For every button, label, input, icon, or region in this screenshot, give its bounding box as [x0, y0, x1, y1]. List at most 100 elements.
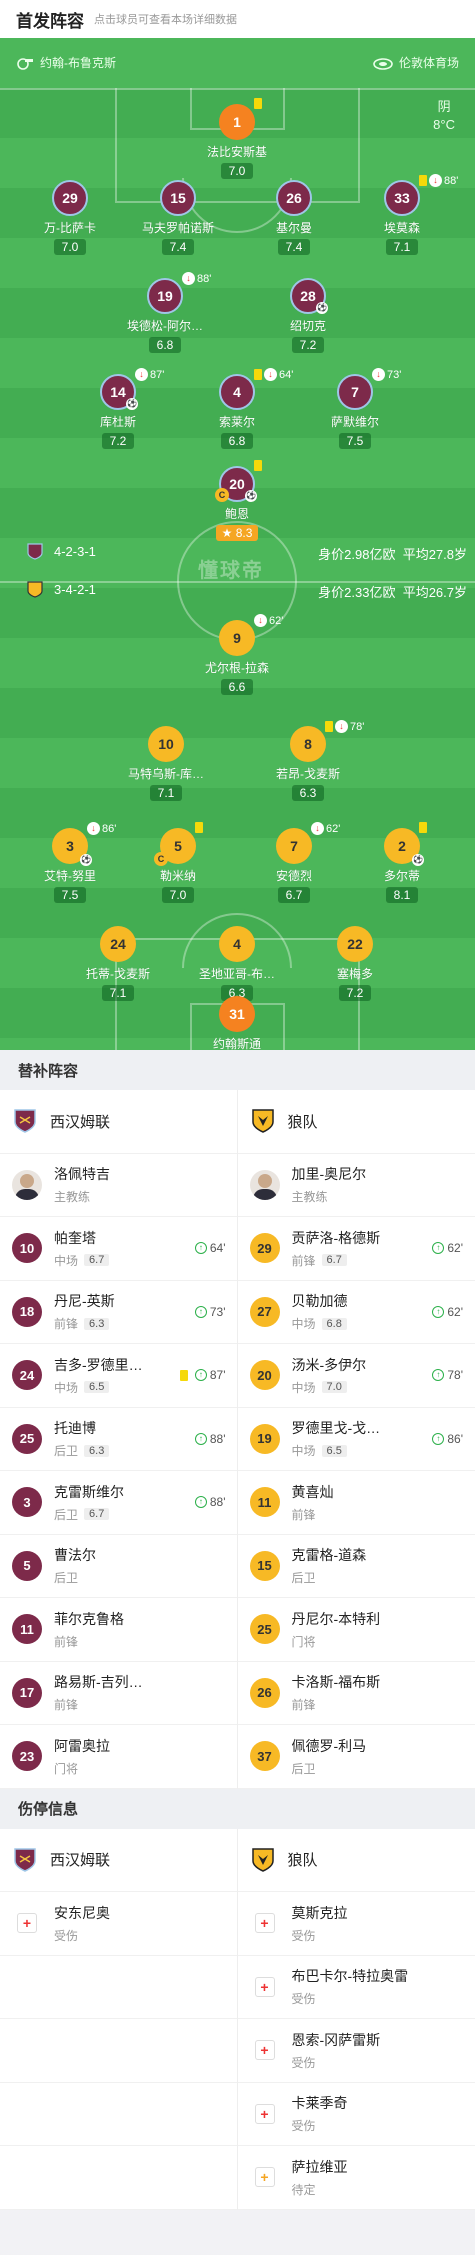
player-name: 艾特-努里 [44, 869, 96, 883]
player-marker[interactable]: 31约翰斯通6.7 [182, 996, 292, 1050]
player-marker[interactable]: 9 ↓ 62' 尤尔根-拉森 6.6 [182, 614, 292, 696]
player-name: 卡莱季奇 [291, 2095, 348, 2112]
player-number-badge: 9 [219, 620, 255, 656]
player-marker[interactable]: 19 ↓ 88' 埃德松-阿尔… 6.8 [110, 272, 220, 354]
away-team-cell[interactable]: 狼队 [238, 1829, 475, 1892]
sub-player[interactable]: 20 汤米-多伊尔 中场 7.0 ↑ 78' [238, 1344, 475, 1407]
sub-on-minute: 88' [209, 1495, 226, 1510]
sub-row: 23 阿雷奥拉 门将 37 佩德罗-利马 后卫 [0, 1725, 475, 1789]
sub-on-icon: ↑ [432, 1369, 445, 1382]
sub-player[interactable]: 18 丹尼-英斯 前锋 6.3 ↑ 73' [0, 1281, 238, 1344]
player-marker[interactable]: 29 万-比萨卡 7.0 [15, 180, 125, 256]
page-title: 首发阵容 [16, 11, 84, 31]
sub-player[interactable]: 10 帕奎塔 中场 6.7 ↑ 64' [0, 1217, 238, 1280]
sub-player[interactable]: 25 丹尼尔-本特利 门将 [238, 1598, 475, 1661]
home-coach[interactable]: 洛佩特吉 主教练 [0, 1154, 238, 1217]
player-marker[interactable]: 24 托蒂-戈麦斯 7.1 [63, 926, 173, 1002]
player-marker[interactable]: 14 ⚽ ↓ 87' 库杜斯 7.2 [63, 368, 173, 450]
player-position: 前锋 [291, 1507, 316, 1522]
player-position: 中场 [291, 1317, 316, 1332]
goal-ball-icon: ⚽ [412, 854, 424, 866]
sub-player[interactable]: 37 佩德罗-利马 后卫 [238, 1725, 475, 1788]
sub-player[interactable]: 3 克雷斯维尔 后卫 6.7 ↑ 88' [0, 1471, 238, 1534]
home-team-cell[interactable]: 西汉姆联 [0, 1090, 238, 1153]
player-rating: 6.7 [321, 1254, 347, 1267]
sub-player[interactable]: 19 罗德里戈-戈… 中场 6.5 ↑ 86' [238, 1408, 475, 1471]
player-info: 菲尔克鲁格 前锋 [54, 1609, 124, 1650]
sub-off-minute: 78' [350, 720, 365, 733]
yellow-card-icon [195, 822, 203, 833]
player-name: 安东尼奥 [54, 1904, 110, 1921]
player-name: 马夫罗帕诺斯 [141, 221, 214, 235]
player-position: 前锋 [54, 1698, 79, 1713]
home-team-cell[interactable]: 西汉姆联 [0, 1829, 238, 1892]
player-name: 埃德松-阿尔… [127, 319, 203, 333]
coach-row: 洛佩特吉 主教练 加里-奥尼尔 主教练 [0, 1154, 475, 1217]
player-marker[interactable]: 7 ↓ 62' 安德烈 6.7 [239, 822, 349, 904]
player-rating: 6.5 [84, 1381, 110, 1394]
away-team-name: 狼队 [287, 1113, 318, 1131]
page-subtitle: 点击球员可查看本场详细数据 [94, 14, 237, 26]
sub-player[interactable]: 27 贝勒加德 中场 6.8 ↑ 62' [238, 1281, 475, 1344]
sub-player[interactable]: 29 贡萨洛-格德斯 前锋 6.7 ↑ 62' [238, 1217, 475, 1280]
player-rating: 7.5 [338, 433, 372, 449]
player-meta: 后卫 6.7 [54, 1506, 124, 1523]
medical-cross-icon: + [254, 1976, 275, 1997]
player-position: 门将 [54, 1761, 79, 1776]
sub-on-info: ↑ 62' [432, 1305, 463, 1319]
sub-player[interactable]: 11 菲尔克鲁格 前锋 [0, 1598, 238, 1661]
injury-row: + 安东尼奥 受伤 + 莫斯克拉 受伤 [0, 1892, 475, 1956]
sub-player[interactable]: 25 托迪博 后卫 6.3 ↑ 88' [0, 1408, 238, 1471]
sub-player[interactable]: 11 黄喜灿 前锋 [238, 1471, 475, 1534]
player-marker[interactable]: 26 基尔曼 7.4 [239, 180, 349, 256]
yellow-card-icon [179, 1369, 188, 1381]
sub-player[interactable]: 23 阿雷奥拉 门将 [0, 1725, 238, 1788]
player-marker[interactable]: 5 C 勒米纳 7.0 [123, 822, 233, 904]
sub-player[interactable]: 26 卡洛斯-福布斯 前锋 [238, 1662, 475, 1725]
goal-ball-icon: ⚽ [245, 490, 257, 502]
player-marker[interactable]: 8 ↓ 78' 若昂-戈麦斯 6.3 [253, 720, 364, 802]
injured-player[interactable]: + 安东尼奥 受伤 [0, 1892, 238, 1955]
player-number-badge: 11 [12, 1614, 42, 1645]
player-marker[interactable]: 3 ⚽ ↓ 86' 艾特-努里 7.5 [15, 822, 125, 904]
player-number-badge: 7 [276, 828, 312, 864]
captain-badge: C [154, 852, 168, 866]
player-marker[interactable]: 1 法比安斯基 7.0 [182, 98, 292, 180]
sub-on-icon: ↑ [194, 1305, 207, 1318]
player-number: 4 [233, 384, 241, 400]
player-info: 萨拉维亚 待定 [292, 2157, 348, 2198]
injured-player[interactable]: + 恩索-冈萨雷斯 受伤 [238, 2019, 475, 2082]
player-position: 中场 [291, 1444, 316, 1459]
player-marker[interactable]: 2 ⚽ 多尔蒂 8.1 [347, 822, 457, 904]
player-marker[interactable]: 4 ↓ 64' 索莱尔 6.8 [182, 368, 293, 450]
injured-player[interactable]: + 卡莱季奇 受伤 [238, 2083, 475, 2146]
player-marker[interactable]: 10 马特乌斯-库… 7.1 [111, 726, 221, 802]
away-team-value: 身价2.33亿欧 平均26.7岁 [318, 582, 467, 601]
injured-player[interactable]: + 布巴卡尔-特拉奥雷 受伤 [238, 1956, 475, 2019]
away-team-cell[interactable]: 狼队 [238, 1090, 475, 1153]
sub-on-minute: 62' [447, 1241, 463, 1256]
rating-value: 8.3 [235, 526, 253, 540]
player-rating: 6.7 [277, 887, 311, 903]
player-events: ↓ 62' [254, 614, 283, 627]
injury-status: 受伤 [291, 2119, 316, 2134]
player-name: 罗德里戈-戈… [291, 1420, 381, 1437]
player-marker[interactable]: 20 C ⚽ 鲍恩 ★ 8.3 [182, 460, 292, 542]
player-marker[interactable]: 7 ↓ 73' 萨默维尔 7.5 [300, 368, 410, 450]
sub-off-minute: 87' [150, 368, 165, 381]
injured-player[interactable]: + 萨拉维亚 待定 [238, 2146, 475, 2209]
sub-player[interactable]: 15 克雷格-道森 后卫 [238, 1535, 475, 1598]
sub-player[interactable]: 5 曹法尔 后卫 [0, 1535, 238, 1598]
player-marker[interactable]: 33 ↓ 88' 埃莫森 7.1 [347, 174, 458, 256]
away-coach[interactable]: 加里-奥尼尔 主教练 [238, 1154, 475, 1217]
player-marker[interactable]: 4 圣地亚哥-布… 6.3 [182, 926, 292, 1002]
injured-player[interactable]: + 莫斯克拉 受伤 [238, 1892, 475, 1955]
player-marker[interactable]: 28 ⚽ 绍切克 7.2 [253, 278, 363, 354]
player-marker[interactable]: 15 马夫罗帕诺斯 7.4 [123, 180, 233, 256]
player-name: 路易斯-吉列… [54, 1674, 143, 1691]
player-marker[interactable]: 22 塞梅多 7.2 [300, 926, 410, 1002]
player-number: 33 [394, 190, 410, 206]
sub-player[interactable]: 17 路易斯-吉列… 前锋 [0, 1662, 238, 1725]
player-meta: 后卫 [292, 1760, 367, 1777]
sub-player[interactable]: 24 吉多-罗德里… 中场 6.5 ↑ 87' [0, 1344, 238, 1407]
